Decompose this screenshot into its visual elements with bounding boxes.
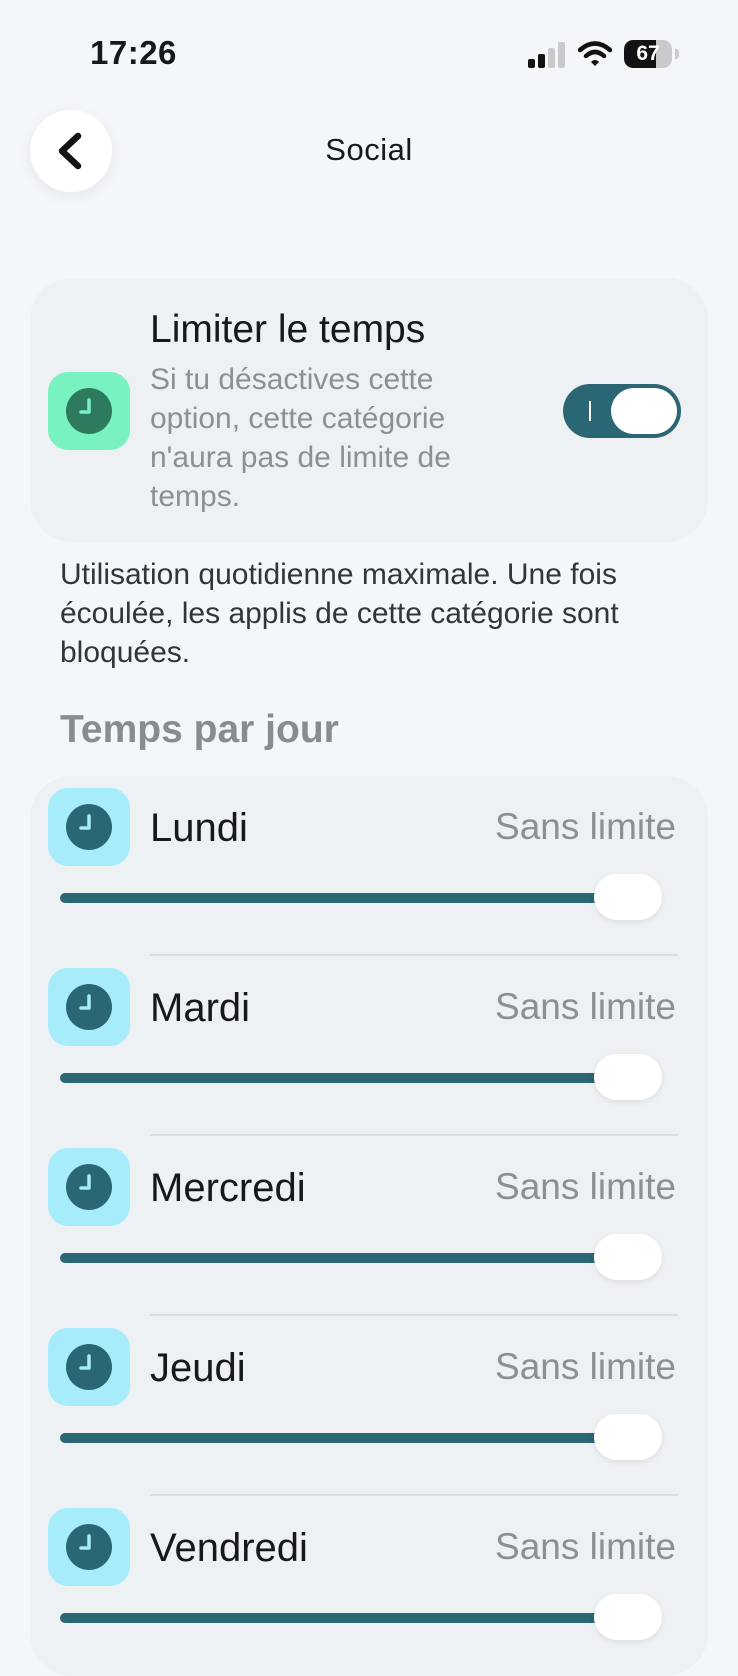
battery-icon: 67	[624, 40, 680, 68]
status-bar: 17:26 67	[0, 0, 738, 100]
day-slider-track[interactable]	[60, 1253, 656, 1263]
day-slider-fill	[60, 893, 656, 903]
day-limit-value: Sans limite	[495, 1526, 676, 1567]
clock-icon	[66, 1344, 112, 1390]
toggle-on-indicator	[589, 401, 591, 421]
limit-time-card: Limiter le temps Si tu désactives cette …	[30, 278, 708, 542]
limit-description: Si tu désactives cette option, cette cat…	[150, 363, 451, 513]
day-slider-fill	[60, 1253, 656, 1263]
clock-icon	[66, 804, 112, 850]
day-slider-track[interactable]	[60, 1073, 656, 1083]
battery-tip	[675, 49, 679, 59]
clock-icon	[66, 984, 112, 1030]
limit-icon-tile	[48, 372, 130, 450]
toggle-knob	[611, 388, 677, 434]
day-icon-tile	[48, 1328, 130, 1406]
day-slider-thumb[interactable]	[594, 1234, 662, 1280]
day-row-mercredi: Mercredi Sans limite	[30, 1136, 708, 1316]
clock-icon	[66, 1524, 112, 1570]
day-icon-tile	[48, 968, 130, 1046]
day-row-mardi: Mardi Sans limite	[30, 956, 708, 1136]
status-time: 17:26	[90, 34, 177, 71]
day-name: Lundi	[150, 806, 248, 850]
section-title: Temps par jour	[60, 708, 339, 751]
day-slider-track[interactable]	[60, 1433, 656, 1443]
clock-icon	[66, 388, 112, 434]
day-slider-fill	[60, 1613, 656, 1623]
cellular-signal-icon	[528, 42, 565, 68]
wifi-icon	[578, 41, 612, 66]
day-name: Mardi	[150, 986, 251, 1030]
limit-time-toggle[interactable]	[563, 384, 681, 438]
day-slider-thumb[interactable]	[594, 1414, 662, 1460]
limit-title: Limiter le temps	[150, 308, 426, 351]
day-slider-thumb[interactable]	[594, 1054, 662, 1100]
battery-level: 67	[636, 42, 660, 65]
day-name: Mercredi	[150, 1166, 306, 1210]
day-name: Vendredi	[150, 1526, 308, 1570]
day-limit-value: Sans limite	[495, 806, 676, 847]
day-row-vendredi: Vendredi Sans limite	[30, 1496, 708, 1676]
day-limit-value: Sans limite	[495, 986, 676, 1027]
days-card: Lundi Sans limite Mardi Sans limite Merc…	[30, 776, 708, 1676]
day-name: Jeudi	[150, 1346, 246, 1390]
day-row-jeudi: Jeudi Sans limite	[30, 1316, 708, 1496]
day-slider-track[interactable]	[60, 1613, 656, 1623]
day-slider-track[interactable]	[60, 893, 656, 903]
day-icon-tile	[48, 788, 130, 866]
day-limit-value: Sans limite	[495, 1166, 676, 1207]
clock-icon	[66, 1164, 112, 1210]
battery-body: 67	[624, 40, 672, 68]
page-title: Social	[325, 132, 413, 167]
day-limit-value: Sans limite	[495, 1346, 676, 1387]
day-slider-thumb[interactable]	[594, 1594, 662, 1640]
daily-usage-note: Utilisation quotidienne maximale. Une fo…	[60, 558, 619, 669]
day-slider-thumb[interactable]	[594, 874, 662, 920]
day-icon-tile	[48, 1508, 130, 1586]
day-icon-tile	[48, 1148, 130, 1226]
day-row-lundi: Lundi Sans limite	[30, 776, 708, 956]
day-slider-fill	[60, 1073, 656, 1083]
day-slider-fill	[60, 1433, 656, 1443]
